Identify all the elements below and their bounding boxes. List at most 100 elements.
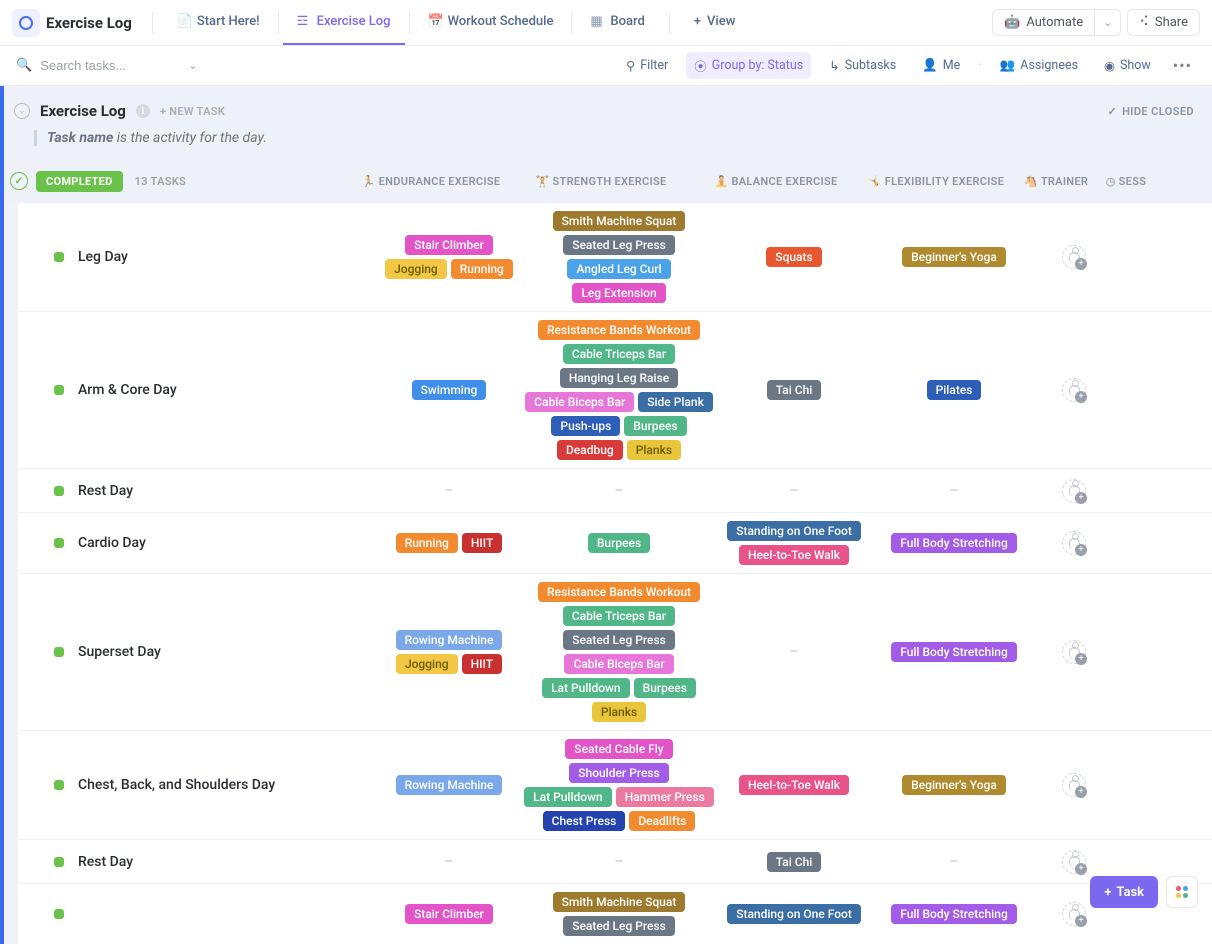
tag[interactable]: Squats	[766, 247, 821, 267]
status-square[interactable]	[54, 486, 64, 496]
add-view-button[interactable]: + View	[680, 0, 750, 45]
tab-exercise-log[interactable]: ☲Exercise Log	[283, 0, 405, 45]
assignees-button[interactable]: 👥Assignees	[992, 54, 1086, 77]
tag[interactable]: Tai Chi	[767, 380, 822, 400]
task-name[interactable]: Rest Day	[78, 854, 374, 870]
tag[interactable]: Lat Pulldown	[542, 678, 630, 698]
tag[interactable]: Side Plank	[638, 392, 713, 412]
tag[interactable]: Resistance Bands Workout	[538, 582, 700, 602]
status-square[interactable]	[54, 857, 64, 867]
hide-closed-button[interactable]: ✓HIDE CLOSED	[1107, 105, 1194, 118]
tag[interactable]: Burpees	[634, 678, 696, 698]
create-task-button[interactable]: +Task	[1090, 876, 1158, 908]
tag[interactable]: Full Body Stretching	[891, 533, 1017, 553]
tag[interactable]: Chest Press	[543, 811, 626, 831]
status-square[interactable]	[54, 385, 64, 395]
tag[interactable]: Swimming	[412, 380, 487, 400]
tag[interactable]: Resistance Bands Workout	[538, 320, 700, 340]
tag[interactable]: Seated Cable Fly	[565, 739, 672, 759]
table-row[interactable]: Superset Day Rowing Machine JoggingHIIT R…	[18, 573, 1212, 730]
table-row[interactable]: Leg Day Stair Climber JoggingRunning Smit…	[18, 202, 1212, 311]
add-assignee-button[interactable]	[1062, 378, 1086, 402]
show-button[interactable]: ◉Show	[1096, 54, 1159, 78]
more-menu[interactable]: •••	[1169, 56, 1196, 75]
task-name[interactable]: Rest Day	[78, 483, 374, 499]
col-trainer[interactable]: 🐴TRAINER	[1016, 175, 1096, 188]
table-row[interactable]: Stair Climber Smith Machine Squat Seated …	[18, 883, 1212, 944]
filter-button[interactable]: ⚲Filter	[618, 54, 676, 78]
tag[interactable]: Running	[396, 533, 458, 553]
tag[interactable]: Heel-to-Toe Walk	[739, 545, 849, 565]
subtasks-button[interactable]: ↳Subtasks	[821, 54, 904, 78]
automate-button[interactable]: 🤖 Automate	[992, 9, 1095, 36]
tag[interactable]: Standing on One Foot	[727, 904, 861, 924]
task-name[interactable]: Arm & Core Day	[78, 382, 374, 398]
tag[interactable]: Planks	[627, 440, 681, 460]
add-assignee-button[interactable]	[1062, 245, 1086, 269]
apps-button[interactable]	[1166, 876, 1198, 908]
tag[interactable]: Running	[451, 259, 513, 279]
add-assignee-button[interactable]	[1062, 773, 1086, 797]
tag[interactable]: Standing on One Foot	[727, 521, 861, 541]
tag[interactable]: Jogging	[385, 259, 447, 279]
tag[interactable]: Cable Triceps Bar	[563, 606, 675, 626]
add-assignee-button[interactable]	[1062, 531, 1086, 555]
add-assignee-button[interactable]	[1062, 850, 1086, 874]
tag[interactable]: Push-ups	[551, 416, 620, 436]
tag[interactable]: Jogging	[396, 654, 458, 674]
task-name[interactable]: Leg Day	[78, 249, 374, 265]
tag[interactable]: Hammer Press	[616, 787, 714, 807]
tag[interactable]: Rowing Machine	[396, 630, 503, 650]
tag[interactable]: Full Body Stretching	[891, 642, 1017, 662]
tag[interactable]: Angled Leg Curl	[567, 259, 670, 279]
tag[interactable]: Seated Leg Press	[563, 630, 675, 650]
task-name[interactable]: Superset Day	[78, 644, 374, 660]
tag[interactable]: Hanging Leg Raise	[560, 368, 678, 388]
tag[interactable]: Tai Chi	[767, 852, 822, 872]
tag[interactable]: Deadlifts	[629, 811, 695, 831]
tag[interactable]: Pilates	[927, 380, 982, 400]
tag[interactable]: Full Body Stretching	[891, 904, 1017, 924]
tag[interactable]: Smith Machine Squat	[553, 892, 686, 912]
tag[interactable]: Cable Biceps Bar	[525, 392, 634, 412]
task-name[interactable]: Chest, Back, and Shoulders Day	[78, 777, 374, 793]
share-button[interactable]: ⠪ Share	[1127, 9, 1200, 36]
add-assignee-button[interactable]	[1062, 902, 1086, 926]
add-assignee-button[interactable]	[1062, 640, 1086, 664]
workspace-logo[interactable]	[12, 9, 40, 37]
add-assignee-button[interactable]	[1062, 479, 1086, 503]
table-row[interactable]: Rest Day – – – –	[18, 468, 1212, 512]
table-row[interactable]: Arm & Core Day Swimming Resistance Bands…	[18, 311, 1212, 468]
tag[interactable]: Seated Leg Press	[563, 235, 675, 255]
tag[interactable]: Burpees	[624, 416, 686, 436]
col-balance[interactable]: 🧘BALANCE EXERCISE	[696, 175, 856, 188]
status-square[interactable]	[54, 647, 64, 657]
col-endurance[interactable]: 🏃ENDURANCE EXERCISE	[356, 175, 506, 188]
tag[interactable]: Cable Biceps Bar	[564, 654, 673, 674]
collapse-toggle[interactable]: ⌄	[14, 103, 30, 119]
tag[interactable]: Stair Climber	[405, 235, 493, 255]
task-name[interactable]: Cardio Day	[78, 535, 374, 551]
status-square[interactable]	[54, 909, 64, 919]
table-row[interactable]: Chest, Back, and Shoulders Day Rowing Ma…	[18, 730, 1212, 839]
tag[interactable]: Beginner's Yoga	[902, 775, 1006, 795]
tag[interactable]: Burpees	[588, 533, 650, 553]
table-row[interactable]: Cardio Day RunningHIIT Burpees Standing …	[18, 512, 1212, 573]
tag[interactable]: Beginner's Yoga	[902, 247, 1006, 267]
table-row[interactable]: Rest Day – – Tai Chi –	[18, 839, 1212, 883]
tab-start-here-[interactable]: 📄Start Here!	[163, 0, 274, 45]
tag[interactable]: Lat Pulldown	[524, 787, 612, 807]
status-square[interactable]	[54, 538, 64, 548]
status-square[interactable]	[54, 780, 64, 790]
tag[interactable]: HIIT	[462, 654, 502, 674]
tag[interactable]: Shoulder Press	[569, 763, 668, 783]
me-button[interactable]: 👤Me	[914, 54, 968, 77]
tab-board[interactable]: ▦Board	[576, 0, 658, 45]
tag[interactable]: Smith Machine Squat	[553, 211, 686, 231]
status-square[interactable]	[54, 252, 64, 262]
tag[interactable]: Cable Triceps Bar	[563, 344, 675, 364]
tag[interactable]: Seated Leg Press	[563, 916, 675, 936]
new-task-button[interactable]: + NEW TASK	[160, 105, 225, 118]
status-check-icon[interactable]: ✓	[10, 172, 28, 190]
tag[interactable]: Stair Climber	[405, 904, 493, 924]
